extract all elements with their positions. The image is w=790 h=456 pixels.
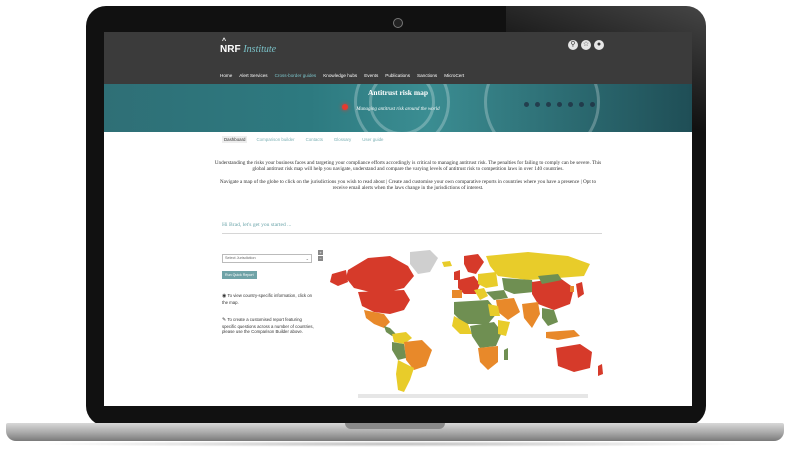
world-risk-map[interactable]: + − [318,248,604,398]
country-scandinavia[interactable] [464,254,484,274]
page-subtitle: Managing antitrust risk around the world [356,107,440,112]
country-japan[interactable] [576,282,584,298]
tab-contacts[interactable]: Contacts [304,136,325,143]
nav-item-events[interactable]: Events [364,71,378,81]
country-east-africa[interactable] [498,320,510,336]
site-logo[interactable]: ^ NRF Institute [220,38,277,55]
country-alaska[interactable] [330,270,348,286]
tab-comparison-builder[interactable]: Comparison builder [254,136,296,143]
logo-brand: NRF [220,44,241,55]
browser-viewport: ^ NRF Institute ⚲ ☆ ● Home Alert Services… [104,32,692,406]
user-icon[interactable]: ● [594,40,604,50]
tab-glossary[interactable]: Glossary [332,136,353,143]
jurisdiction-panel: Select Jurisdiction ⌄ Run Quick Report ◉… [222,254,314,335]
map-hint-text: To view country-specific information, cl… [222,293,313,305]
intro-paragraph: Navigate a map of the globe to click on … [219,178,597,192]
nav-item-home[interactable]: Home [220,71,232,81]
country-turkey[interactable] [486,290,508,300]
builder-hint-text: To create a customised report featuring … [222,317,314,334]
nav-item-publications[interactable]: Publications [385,71,410,81]
country-korea[interactable] [570,286,574,292]
map-hint: ◉ To view country-specific information, … [222,293,314,305]
zoom-in-button[interactable]: + [318,250,323,255]
divider [222,233,602,234]
country-canada[interactable] [346,256,414,292]
country-uk[interactable] [454,270,460,280]
star-icon[interactable]: ☆ [581,40,591,50]
country-peru[interactable] [392,342,406,360]
country-eastern-europe[interactable] [478,272,498,288]
header-actions: ⚲ ☆ ● [568,40,604,50]
country-russia[interactable] [486,252,590,280]
country-south-africa[interactable] [478,346,498,370]
nav-item-cross-border-guides[interactable]: Cross-border guides [275,71,317,81]
country-middle-east[interactable] [496,298,520,320]
laptop-notch [345,423,445,429]
main-nav: Home Alert Services Cross-border guides Kno… [104,70,692,84]
page-title: Antitrust risk map [367,88,428,97]
report-icon: ✎ [222,317,227,323]
country-central-asia[interactable] [502,278,534,294]
laptop-shadow [30,441,760,447]
intro-text: Understanding the risks your business fa… [214,160,602,198]
webcam-icon [393,18,403,28]
antarctica [358,394,588,398]
country-central-africa[interactable] [470,322,502,348]
sub-tabs: Dashboard Comparison builder Contacts Gloss… [222,136,385,143]
country-greenland[interactable] [410,250,438,274]
country-new-zealand[interactable] [598,364,603,376]
country-se-asia[interactable] [542,308,558,326]
nav-item-alert-services[interactable]: Alert Services [239,71,267,81]
world-map-svg[interactable] [318,248,604,398]
nav-item-microcert[interactable]: MicroCert [444,71,464,81]
select-value: Select Jurisdiction [225,256,256,260]
run-quick-report-button[interactable]: Run Quick Report [222,271,257,279]
map-marker-icon: ◉ [222,293,227,299]
site-header: ^ NRF Institute ⚲ ☆ ● [104,32,692,70]
builder-hint: ✎ To create a customised report featurin… [222,317,314,335]
country-australia[interactable] [556,344,592,372]
tab-user-guide[interactable]: User guide [360,136,385,143]
country-spain[interactable] [452,290,462,298]
map-zoom-controls: + − [318,250,323,261]
nav-item-sanctions[interactable]: Sanctions [417,71,437,81]
country-madagascar[interactable] [504,348,508,360]
chevron-down-icon: ⌄ [305,256,309,261]
logo-institute: Institute [243,44,277,55]
country-iceland[interactable] [442,261,452,267]
country-italy[interactable] [474,288,488,300]
zoom-out-button[interactable]: − [318,256,323,261]
country-indonesia[interactable] [546,330,580,340]
tab-dashboard[interactable]: Dashboard [222,136,248,143]
country-india[interactable] [522,302,540,328]
nav-item-knowledge-hubs[interactable]: Knowledge hubs [323,71,357,81]
intro-paragraph: Understanding the risks your business fa… [214,160,602,173]
search-icon[interactable]: ⚲ [568,40,578,50]
greeting-heading: Hi Brad, let's get you started ... [222,222,292,228]
jurisdiction-select[interactable]: Select Jurisdiction ⌄ [222,254,312,263]
